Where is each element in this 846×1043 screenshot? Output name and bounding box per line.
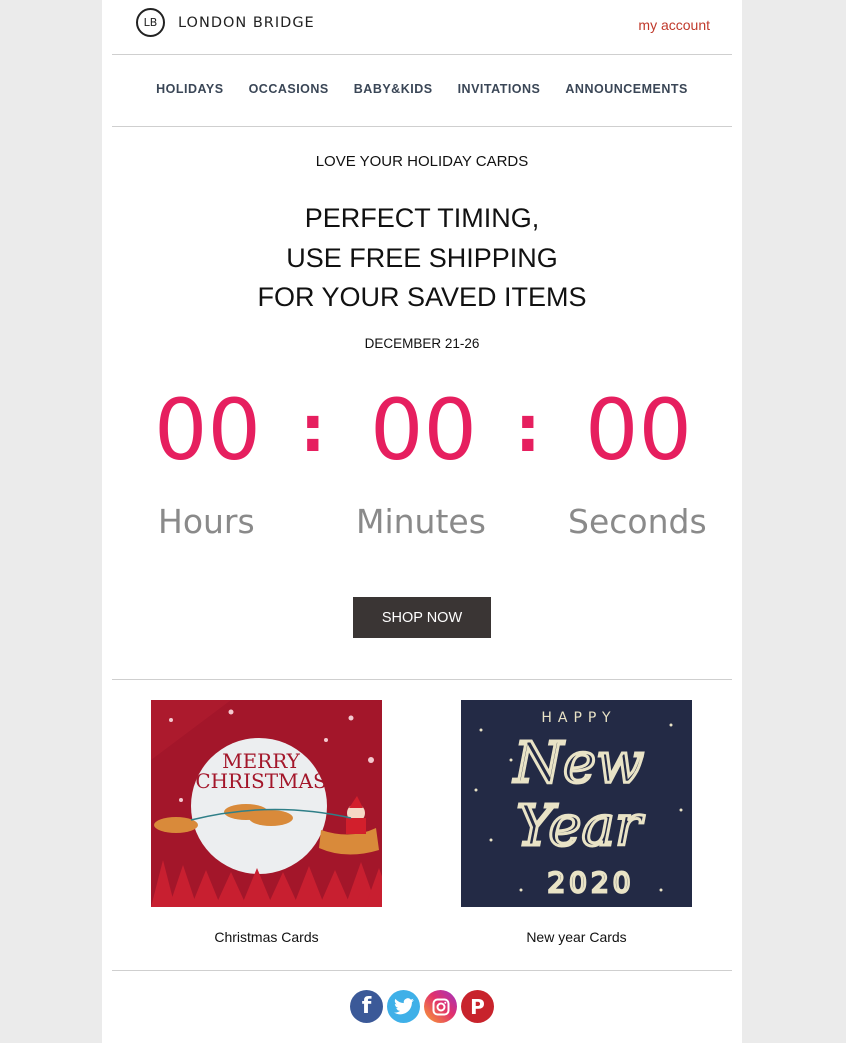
countdown-hours: 00	[154, 381, 261, 479]
brand-name: LONDON BRIDGE	[178, 14, 315, 31]
countdown-timer: 00 : 00 : 00	[102, 382, 742, 482]
email-page: LB LONDON BRIDGE my account HOLIDAYS OCC…	[102, 0, 742, 1043]
facebook-icon[interactable]: f	[350, 990, 383, 1023]
christmas-cards-caption[interactable]: Christmas Cards	[151, 929, 382, 945]
image-text: Year	[516, 794, 645, 859]
divider	[112, 126, 732, 127]
header: LB LONDON BRIDGE my account	[102, 0, 742, 54]
twitter-bird-icon	[393, 998, 414, 1015]
headline-line: PERFECT TIMING,	[304, 203, 540, 233]
divider	[112, 679, 732, 680]
headline-line: FOR YOUR SAVED ITEMS	[257, 282, 587, 312]
image-text: CHRISTMAS	[195, 769, 326, 793]
christmas-illustration: MERRY CHRISTMAS	[151, 700, 382, 907]
image-text: HAPPY	[541, 710, 616, 726]
main-nav: HOLIDAYS OCCASIONS BABY&KIDS INVITATIONS…	[102, 82, 742, 96]
label-hours: Hours	[158, 502, 255, 541]
hero-eyebrow: LOVE YOUR HOLIDAY CARDS	[315, 153, 529, 170]
new-year-illustration: HAPPY New Year 2020	[461, 700, 692, 907]
new-year-card-image[interactable]: HAPPY New Year 2020	[461, 700, 692, 907]
pinterest-icon[interactable]: P	[461, 990, 494, 1023]
logo[interactable]: LB LONDON BRIDGE	[136, 8, 315, 37]
christmas-card-image[interactable]: MERRY CHRISTMAS	[151, 700, 382, 907]
twitter-icon[interactable]	[387, 990, 420, 1023]
label-seconds: Seconds	[568, 502, 707, 541]
countdown-separator: :	[300, 393, 326, 467]
shop-now-button[interactable]: SHOP NOW	[353, 597, 491, 638]
nav-item-invitations[interactable]: INVITATIONS	[458, 82, 541, 96]
image-text: 2020	[547, 866, 634, 899]
divider	[112, 970, 732, 971]
countdown-minutes: 00	[370, 381, 477, 479]
logo-mark-icon: LB	[136, 8, 165, 37]
nav-item-baby-kids[interactable]: BABY&KIDS	[354, 82, 433, 96]
new-year-cards-caption[interactable]: New year Cards	[461, 929, 692, 945]
headline-line: USE FREE SHIPPING	[286, 242, 558, 273]
social-links: f P	[350, 990, 494, 1023]
hero-headline: PERFECT TIMING, USE FREE SHIPPING FOR YO…	[102, 199, 742, 318]
countdown-seconds: 00	[585, 381, 692, 479]
countdown-separator: :	[515, 393, 541, 467]
label-minutes: Minutes	[356, 502, 486, 541]
divider	[112, 54, 732, 55]
nav-item-holidays[interactable]: HOLIDAYS	[156, 82, 223, 96]
image-text: New	[512, 731, 644, 796]
instagram-icon[interactable]	[424, 990, 457, 1023]
my-account-link[interactable]: my account	[638, 17, 710, 33]
nav-item-occasions[interactable]: OCCASIONS	[249, 82, 329, 96]
nav-item-announcements[interactable]: ANNOUNCEMENTS	[565, 82, 687, 96]
promo-dates: DECEMBER 21-26	[364, 336, 480, 351]
camera-icon	[432, 998, 449, 1015]
